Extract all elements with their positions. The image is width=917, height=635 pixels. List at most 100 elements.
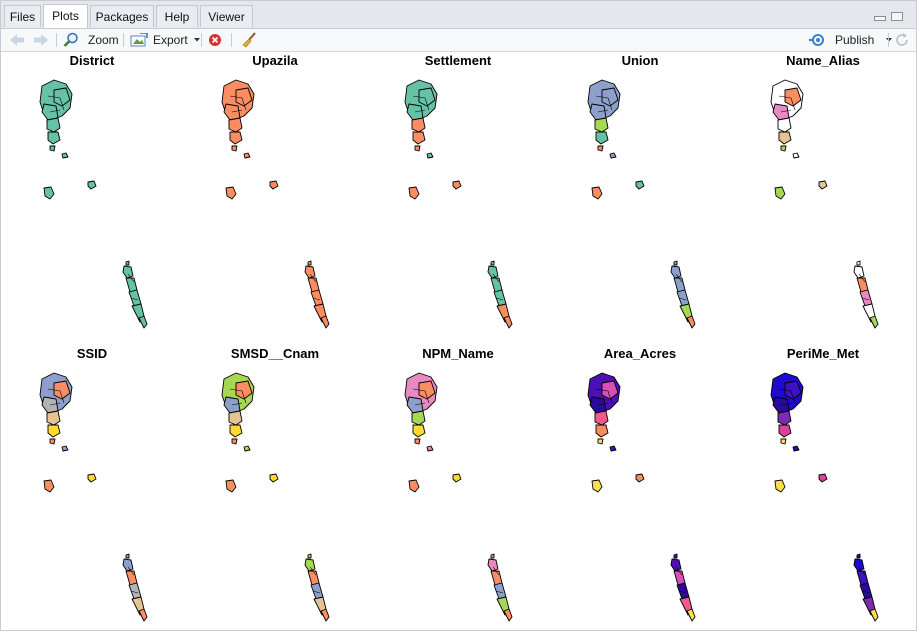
map-polygon-south-2	[307, 277, 320, 293]
map-polygon-south-1	[487, 558, 499, 572]
publish-label: Publish	[835, 33, 875, 47]
map-polygon-south-2	[125, 570, 138, 586]
map-polygon-east-islet	[269, 180, 279, 190]
minimize-pane-icon[interactable]	[874, 16, 886, 21]
back-arrow-icon[interactable]	[9, 29, 25, 51]
map-polygon-south-3	[493, 289, 507, 307]
map-polygon-south-islet	[673, 553, 678, 559]
map-polygon-north-tail	[595, 131, 609, 145]
map-polygon-north-tail	[47, 424, 61, 438]
map-polygon-islet-1	[597, 145, 604, 152]
map-polygon-north-lobe	[46, 410, 61, 426]
publish-button[interactable]: Publish	[809, 29, 893, 51]
map-panel: District	[39, 53, 148, 329]
map-panel: Upazila	[221, 53, 330, 329]
map-panel: Settlement	[404, 53, 513, 329]
map-panel: Name_Alias	[770, 53, 879, 329]
map-polygon-south-1	[487, 265, 499, 279]
map-polygon-islet-2	[426, 445, 434, 452]
tab-help[interactable]: Help	[156, 5, 198, 27]
map-polygon-south-islet	[307, 260, 312, 266]
map-polygon-south-1	[122, 265, 134, 279]
map-polygon-south-2	[490, 570, 503, 586]
zoom-button[interactable]: Zoom	[63, 29, 119, 51]
map-polygon-north-lobe	[411, 117, 426, 133]
map-polygon-south-2	[856, 277, 869, 293]
map-polygon-south-2	[856, 570, 869, 586]
map-polygon-south-3	[128, 289, 142, 307]
map-polygon-north-tail	[47, 131, 61, 145]
map-polygon-south-1	[670, 558, 682, 572]
tab-viewer[interactable]: Viewer	[200, 5, 253, 27]
map-polygon-west-island	[774, 186, 786, 200]
maximize-pane-icon[interactable]	[891, 12, 903, 21]
forward-arrow-icon[interactable]	[33, 29, 49, 51]
panel-title: SSID	[77, 346, 107, 361]
map-polygon-south-3	[676, 289, 690, 307]
map-polygon-islet-2	[61, 445, 69, 452]
map-polygon-west-island	[408, 186, 420, 200]
panel-title: Name_Alias	[786, 53, 860, 68]
remove-plot-icon[interactable]	[208, 29, 222, 51]
broom-icon[interactable]	[241, 29, 257, 51]
map-polygon-islet-1	[414, 438, 421, 445]
panel-title: PeriMe_Met	[787, 346, 860, 361]
map-polygon-south-3	[859, 582, 873, 600]
map-polygon-islet-1	[49, 438, 56, 445]
refresh-icon[interactable]	[894, 29, 910, 51]
panel-title: NPM_Name	[422, 346, 494, 361]
map-polygon-north-lobe	[777, 410, 792, 426]
map-polygon-south-1	[853, 265, 865, 279]
map-polygon-west-island	[43, 479, 55, 493]
map-polygon-east-islet	[87, 180, 97, 190]
map-polygon-islet-1	[49, 145, 56, 152]
panel-title: Union	[622, 53, 659, 68]
map-polygon-east-islet	[818, 180, 828, 190]
map-polygon-south-2	[307, 570, 320, 586]
panel-title: Area_Acres	[604, 346, 676, 361]
map-polygon-west-island	[591, 186, 603, 200]
tab-packages[interactable]: Packages	[90, 5, 154, 27]
map-polygon-east-islet	[452, 473, 462, 483]
export-button[interactable]: Export	[130, 29, 201, 51]
plots-toolbar: Zoom Export Publish	[1, 29, 916, 52]
panel-title: District	[70, 53, 115, 68]
map-polygon-south-3	[310, 582, 324, 600]
map-polygon-north-lobe	[228, 410, 243, 426]
map-polygon-south-islet	[490, 553, 495, 559]
map-polygon-south-2	[673, 570, 686, 586]
map-facet-grid: District Upazila Settlement Union Name_Alias…	[39, 53, 879, 622]
map-polygon-islet-2	[61, 152, 69, 159]
map-polygon-south-1	[304, 558, 316, 572]
map-polygon-south-1	[670, 265, 682, 279]
map-polygon-east-islet	[269, 473, 279, 483]
map-polygon-south-2	[125, 277, 138, 293]
map-polygon-south-2	[490, 277, 503, 293]
plots-pane: Files Plots Packages Help Viewer Zoom Ex…	[0, 0, 917, 631]
map-polygon-north-tail	[412, 424, 426, 438]
tab-files[interactable]: Files	[4, 5, 41, 27]
map-polygon-islet-1	[780, 145, 787, 152]
chevron-down-icon	[886, 38, 893, 42]
map-polygon-islet-2	[426, 152, 434, 159]
map-polygon-north-tail	[595, 424, 609, 438]
export-icon	[130, 33, 148, 47]
map-polygon-south-islet	[307, 553, 312, 559]
export-label: Export	[153, 33, 188, 47]
map-polygon-north-tail	[778, 424, 792, 438]
map-polygon-north-lobe	[777, 117, 792, 133]
map-polygon-south-1	[122, 558, 134, 572]
map-polygon-islet-1	[414, 145, 421, 152]
map-polygon-south-islet	[125, 260, 130, 266]
map-polygon-north-lobe	[594, 117, 609, 133]
map-polygon-north-tail	[778, 131, 792, 145]
map-polygon-islet-2	[243, 152, 251, 159]
map-polygon-west-island	[43, 186, 55, 200]
tab-plots[interactable]: Plots	[43, 4, 88, 28]
map-polygon-north-lobe	[594, 410, 609, 426]
map-polygon-east-islet	[635, 180, 645, 190]
map-polygon-west-island	[225, 479, 237, 493]
map-polygon-east-islet	[87, 473, 97, 483]
map-polygon-east-islet	[818, 473, 828, 483]
map-polygon-south-3	[128, 582, 142, 600]
